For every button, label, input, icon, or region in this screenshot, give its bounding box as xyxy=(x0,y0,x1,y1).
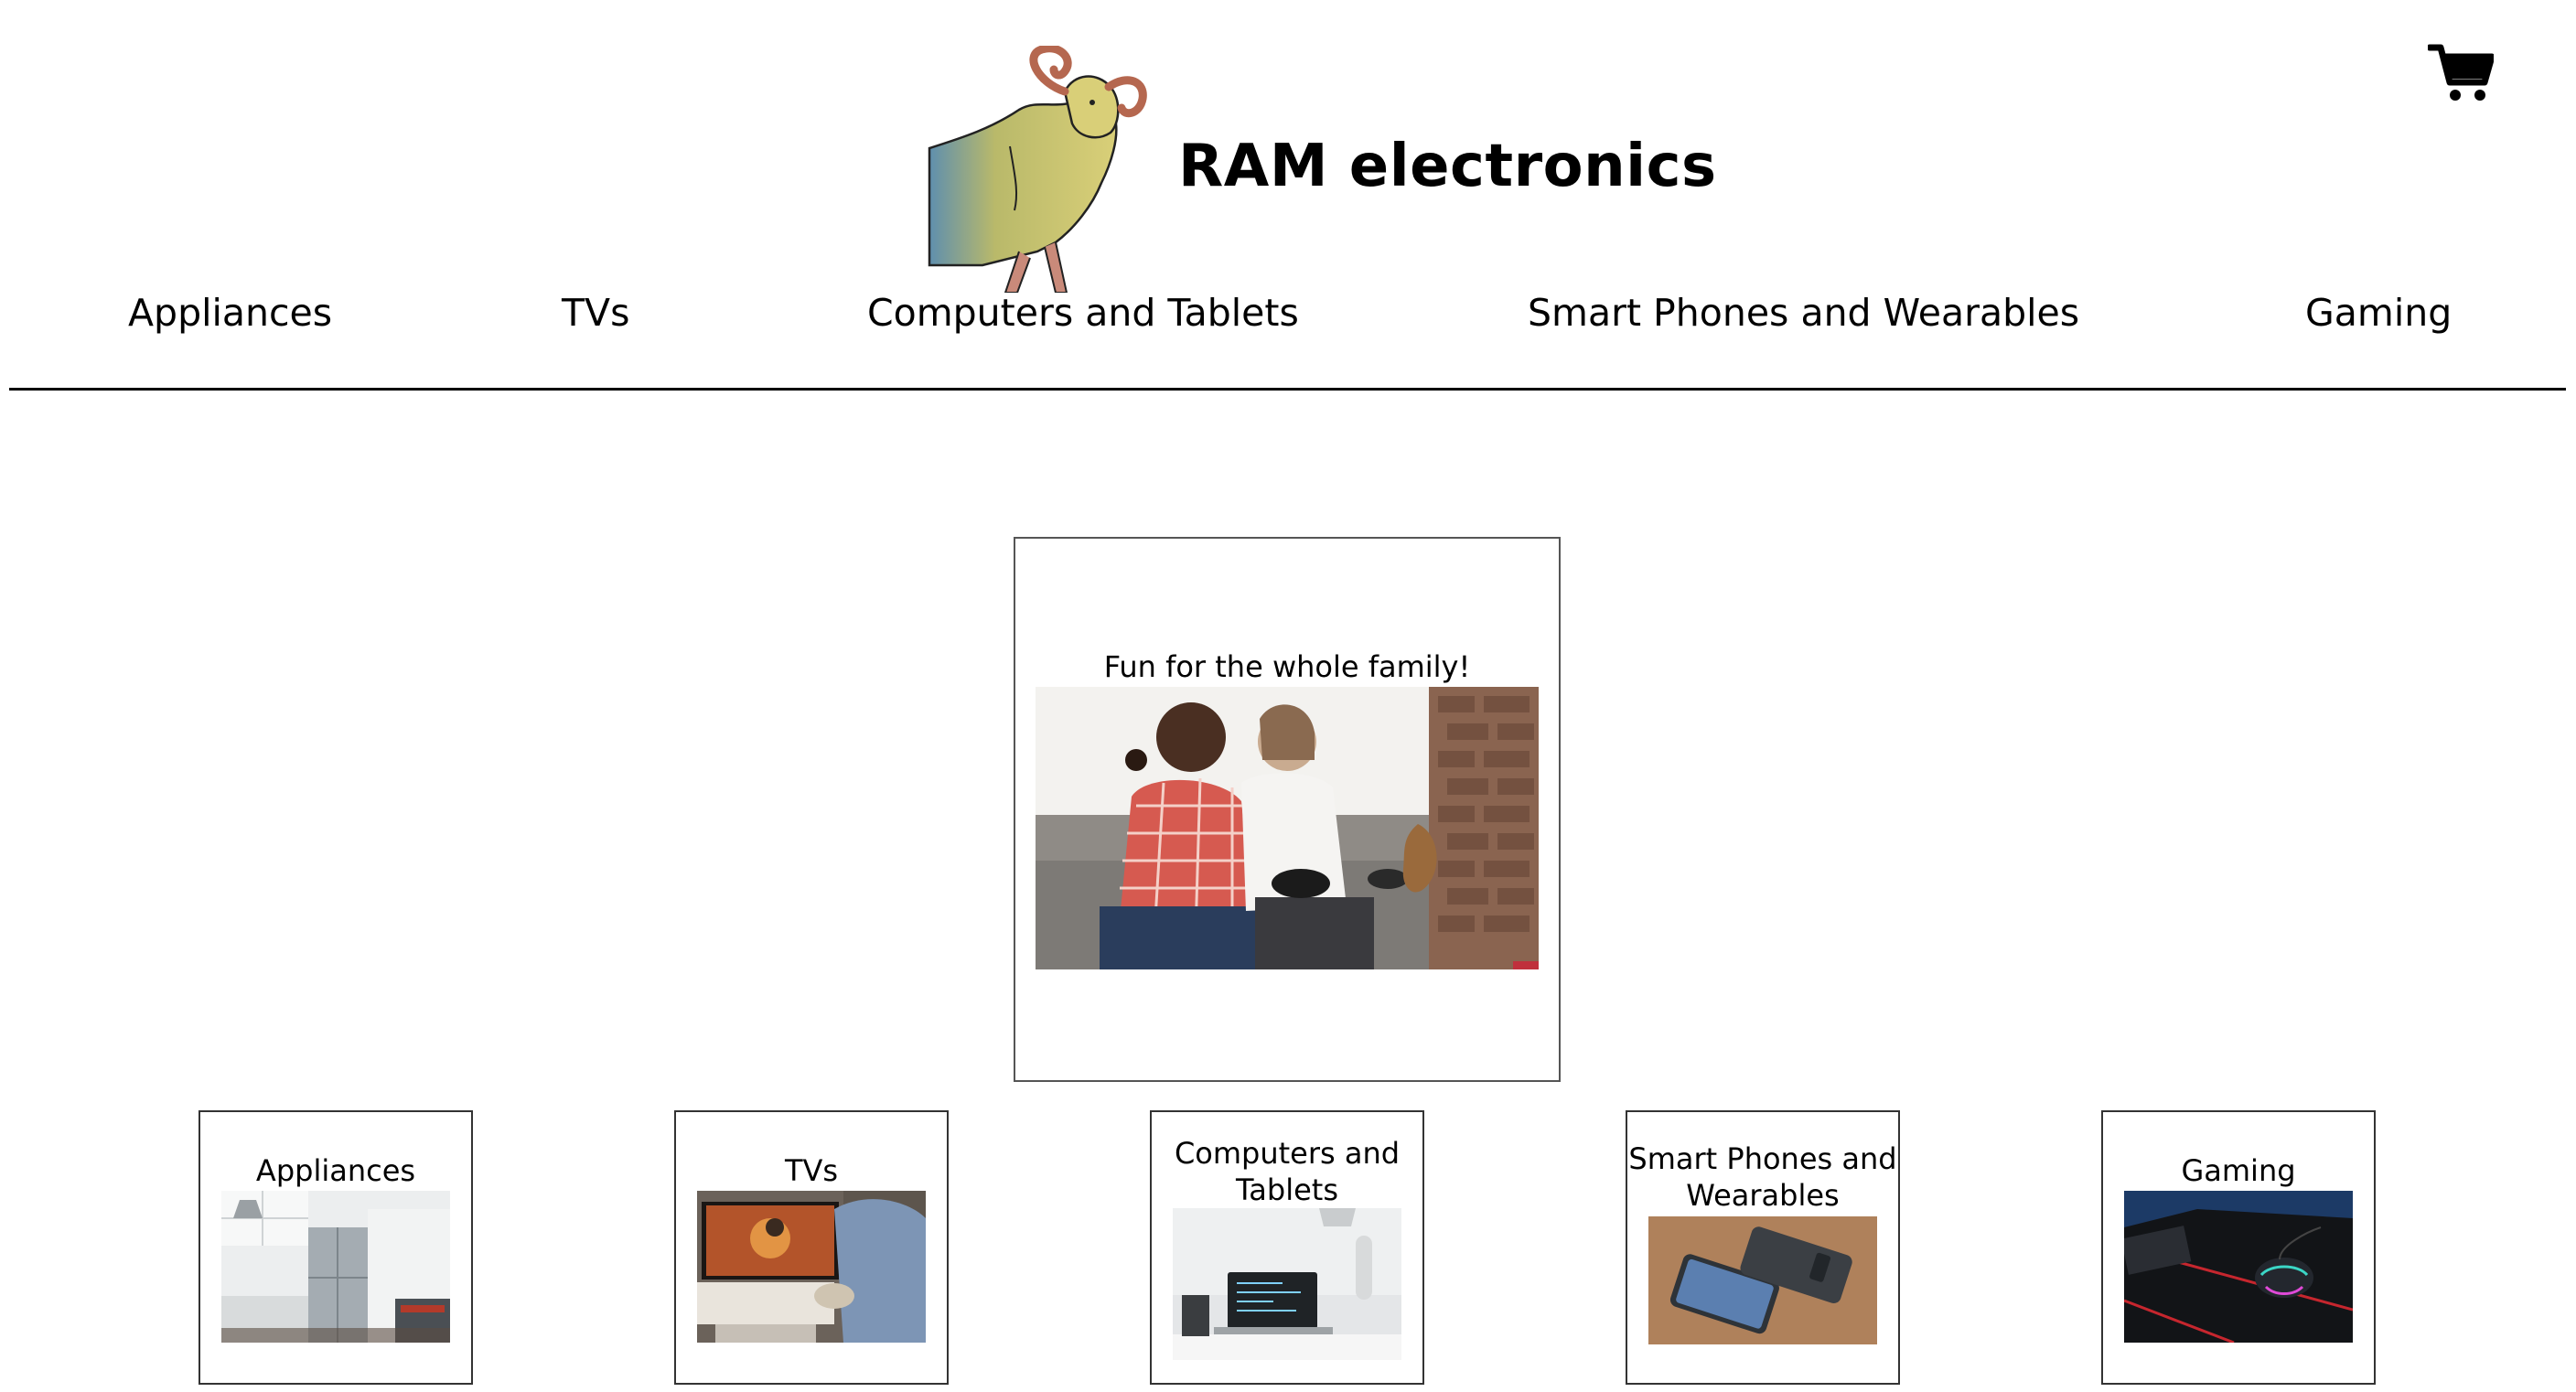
gaming-photo xyxy=(2124,1191,2353,1343)
nav-item-gaming[interactable]: Gaming xyxy=(2305,291,2452,335)
category-card-computers-and-tablets[interactable]: Computers and Tablets xyxy=(1150,1110,1424,1385)
category-card-tvs[interactable]: TVs xyxy=(674,1110,949,1385)
category-card-appliances[interactable]: Appliances xyxy=(199,1110,473,1385)
category-card-smart-phones-and-wearables[interactable]: Smart Phones and Wearables xyxy=(1626,1110,1900,1385)
category-label: Computers and Tablets xyxy=(1174,1136,1401,1207)
appliances-photo xyxy=(221,1191,450,1343)
nav-item-appliances[interactable]: Appliances xyxy=(128,291,332,335)
category-card-gaming[interactable]: Gaming xyxy=(2101,1110,2376,1385)
category-label: Smart Phones and Wearables xyxy=(1628,1141,1897,1213)
shopping-cart-icon[interactable] xyxy=(2426,42,2496,104)
ram-logo-icon[interactable] xyxy=(928,44,1162,294)
hero-caption: Fun for the whole family! xyxy=(1103,649,1471,684)
nav-divider xyxy=(9,388,2566,391)
category-label: Appliances xyxy=(255,1153,416,1188)
nav-item-computers-and-tablets[interactable]: Computers and Tablets xyxy=(867,291,1299,335)
phones-photo xyxy=(1648,1216,1877,1344)
nav-item-tvs[interactable]: TVs xyxy=(562,291,629,335)
hero-photo xyxy=(1036,687,1539,969)
nav-item-smart-phones-and-wearables[interactable]: Smart Phones and Wearables xyxy=(1528,291,2079,335)
computers-photo xyxy=(1173,1208,1401,1360)
category-label: Gaming xyxy=(2181,1153,2296,1188)
category-label: TVs xyxy=(784,1153,839,1188)
brand-title: RAM electronics xyxy=(1178,133,1717,200)
tvs-photo xyxy=(697,1191,926,1343)
